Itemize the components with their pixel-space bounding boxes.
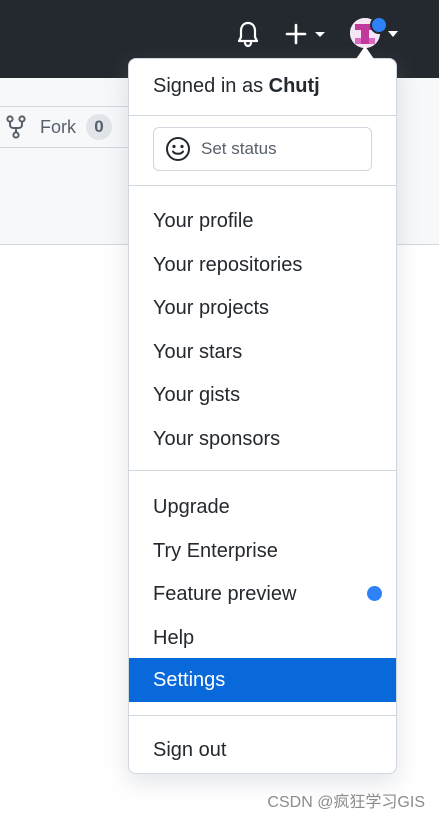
- fork-button[interactable]: Fork 0: [0, 106, 130, 148]
- menu-item-sign-out[interactable]: Sign out: [129, 728, 396, 772]
- set-status-label: Set status: [201, 139, 277, 158]
- fork-icon: [6, 115, 26, 139]
- new-feature-dot: [367, 586, 382, 601]
- plus-icon: [285, 23, 307, 45]
- signed-in-header: Signed in as Chutj: [153, 75, 320, 98]
- fork-count: 0: [86, 114, 112, 140]
- menu-item-your-profile[interactable]: Your profile: [129, 199, 396, 243]
- menu-item-settings[interactable]: Settings: [129, 658, 396, 702]
- user-menu-button[interactable]: [346, 16, 402, 54]
- bell-icon: [237, 21, 259, 48]
- divider: [129, 185, 396, 186]
- notification-dot: [370, 16, 388, 34]
- menu-item-try-enterprise[interactable]: Try Enterprise: [129, 529, 396, 573]
- set-status-button[interactable]: Set status: [153, 127, 372, 171]
- signed-in-label: Signed in as: [153, 75, 264, 97]
- caret-down-icon: [315, 32, 325, 37]
- caret-down-icon: [388, 31, 398, 37]
- menu-item-feature-preview[interactable]: Feature preview: [129, 572, 396, 616]
- username: Chutj: [268, 75, 320, 97]
- create-new-button[interactable]: [282, 18, 330, 50]
- feature-preview-label: Feature preview: [153, 582, 297, 605]
- dropdown-caret: [356, 46, 374, 59]
- smiley-icon: [166, 137, 190, 161]
- fork-label: Fork: [40, 116, 76, 137]
- menu-item-upgrade[interactable]: Upgrade: [129, 485, 396, 529]
- menu-item-your-gists[interactable]: Your gists: [129, 373, 396, 417]
- menu-item-your-sponsors[interactable]: Your sponsors: [129, 417, 396, 461]
- menu-item-your-repositories[interactable]: Your repositories: [129, 243, 396, 287]
- menu-item-your-stars[interactable]: Your stars: [129, 330, 396, 374]
- notifications-button[interactable]: [234, 18, 262, 50]
- user-dropdown-menu: Signed in as Chutj Set status Your profi…: [128, 58, 397, 774]
- divider: [129, 115, 396, 116]
- watermark: CSDN @疯狂学习GIS: [267, 794, 425, 811]
- menu-item-your-projects[interactable]: Your projects: [129, 286, 396, 330]
- divider: [129, 470, 396, 471]
- divider: [129, 715, 396, 716]
- menu-item-help[interactable]: Help: [129, 616, 396, 660]
